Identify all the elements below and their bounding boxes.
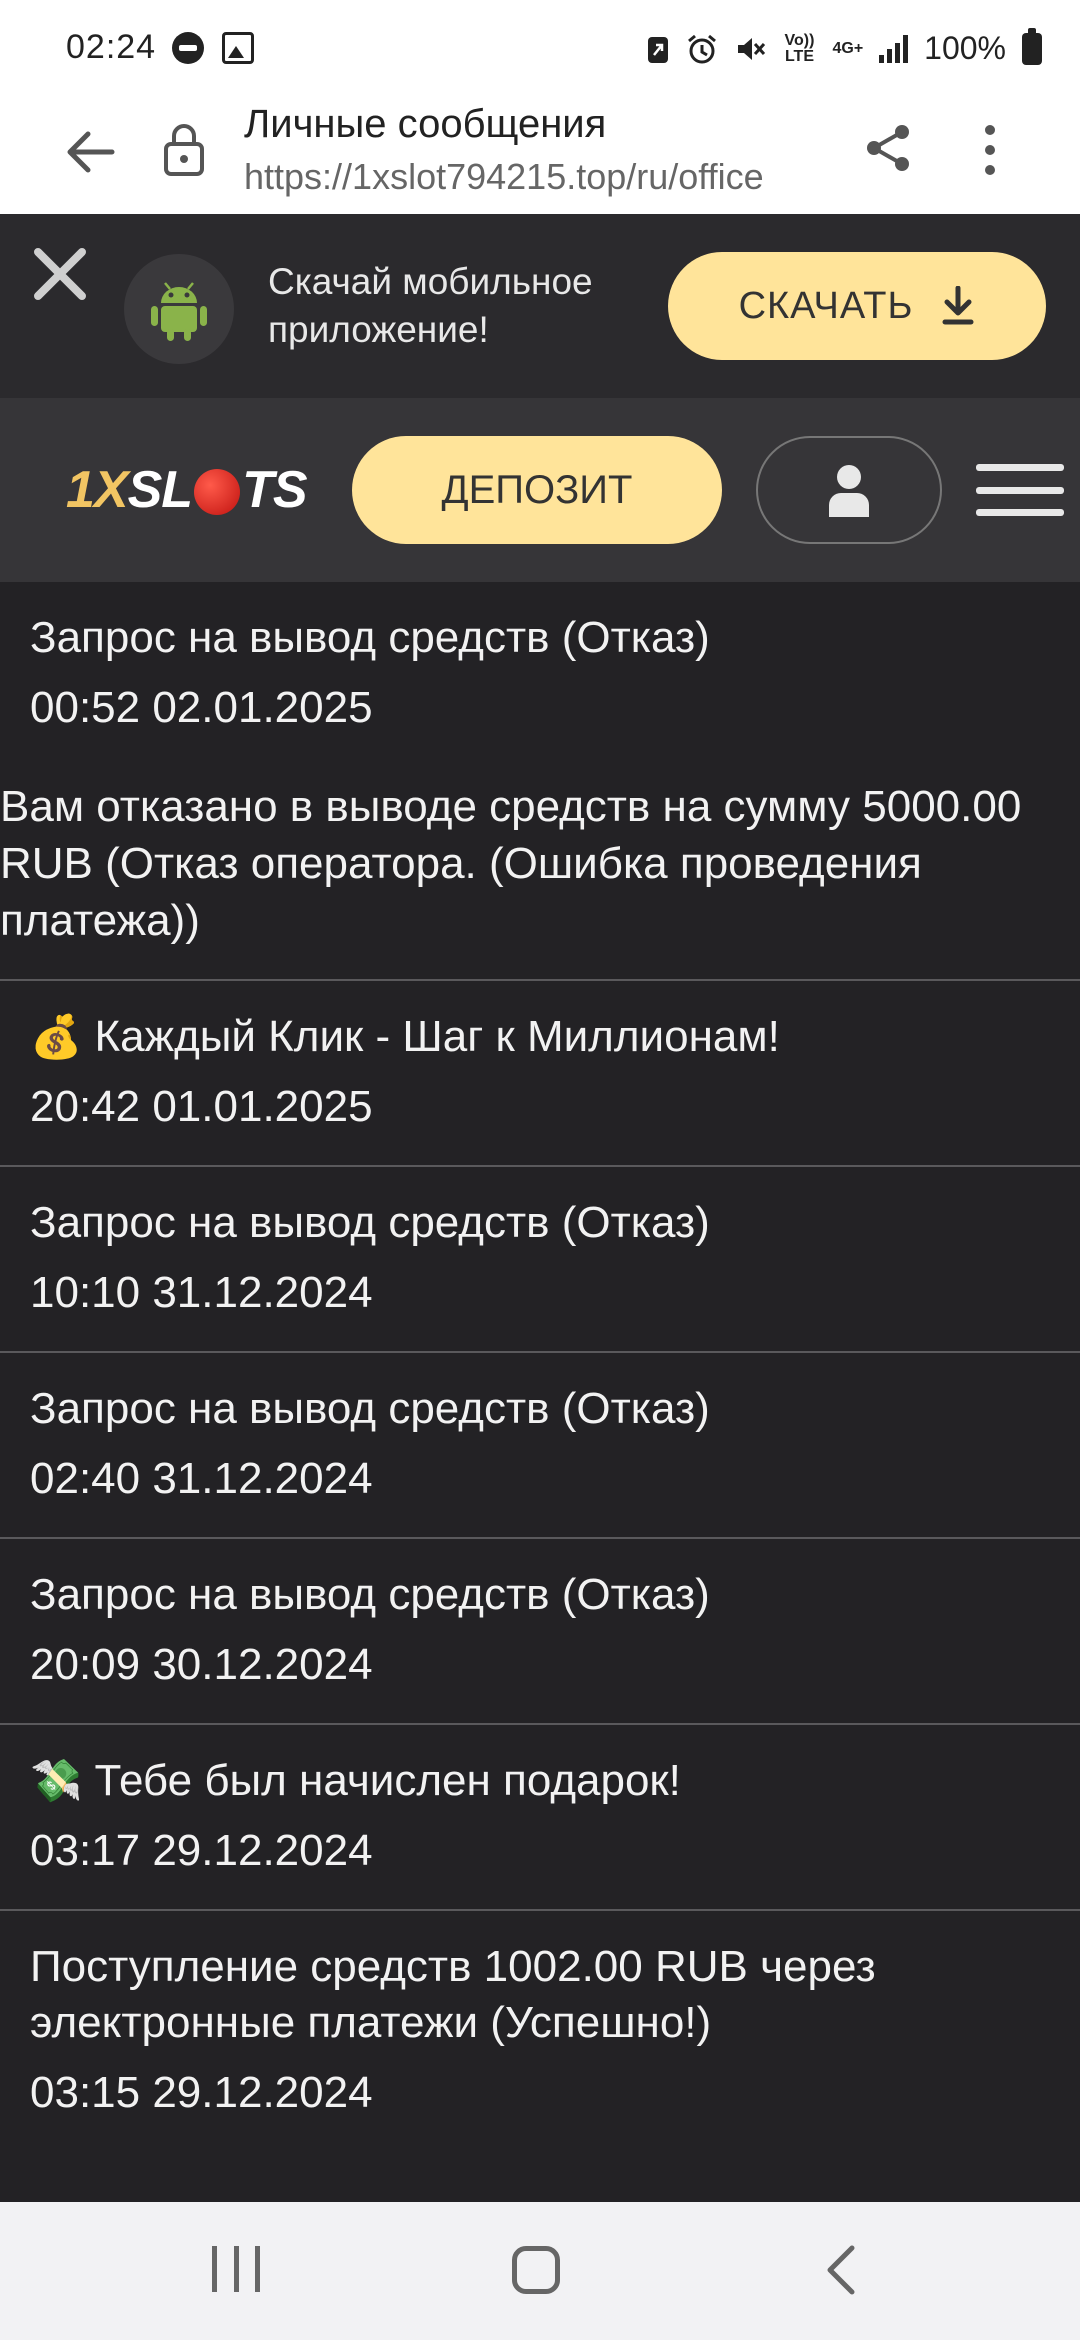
- message-title-row: 💸 Тебе был начислен подарок!: [30, 1753, 1050, 1809]
- message-item[interactable]: 💸 Тебе был начислен подарок! 03:17 29.12…: [0, 1725, 1080, 1911]
- message-date: 02:40 31.12.2024: [30, 1454, 373, 1503]
- image-icon: [222, 32, 254, 64]
- home-icon[interactable]: [512, 2246, 560, 2294]
- logo-text-sl: SL: [127, 461, 193, 519]
- message-title: Поступление средств 1002.00 RUB через эл…: [30, 1942, 876, 2047]
- messages-list: Запрос на вывод средств (Отказ) 00:52 02…: [0, 582, 1080, 2202]
- signal-icon: [879, 34, 909, 63]
- more-vert-icon[interactable]: [966, 122, 1014, 178]
- system-nav-bar: [0, 2202, 1080, 2340]
- message-date: 00:52 02.01.2025: [30, 683, 373, 732]
- profile-button[interactable]: [756, 436, 942, 544]
- app-download-banner: Скачай мобильное приложение! СКАЧАТЬ: [0, 214, 1080, 398]
- message-date: 03:15 29.12.2024: [30, 2068, 373, 2117]
- user-icon: [829, 465, 869, 517]
- back-icon[interactable]: [820, 2242, 860, 2298]
- url-field[interactable]: https://1xslot794215.top/ru/office: [244, 156, 764, 198]
- message-item[interactable]: Запрос на вывод средств (Отказ) 10:10 31…: [0, 1167, 1080, 1353]
- message-item[interactable]: Запрос на вывод средств (Отказ) 02:40 31…: [0, 1353, 1080, 1539]
- deposit-button[interactable]: ДЕПОЗИТ: [352, 436, 722, 544]
- message-title: Запрос на вывод средств (Отказ): [30, 1198, 710, 1247]
- download-button-label: СКАЧАТЬ: [738, 284, 914, 327]
- download-app-button[interactable]: СКАЧАТЬ: [668, 252, 1046, 360]
- message-title: Запрос на вывод средств (Отказ): [30, 613, 710, 662]
- network-volte-label: Vo)) LTE: [784, 31, 815, 65]
- message-item[interactable]: Запрос на вывод средств (Отказ) 00:52 02…: [0, 582, 1080, 981]
- battery-percent: 100%: [924, 30, 1006, 66]
- recent-apps-icon[interactable]: [212, 2246, 260, 2292]
- money-bag-icon: 💰: [30, 1013, 83, 1060]
- close-icon[interactable]: [30, 244, 90, 304]
- logo-text-1x: 1X: [66, 461, 129, 519]
- battery-icon: [1022, 27, 1042, 65]
- message-item[interactable]: 💰 Каждый Клик - Шаг к Миллионам! 20:42 0…: [0, 981, 1080, 1167]
- page-title: Личные сообщения: [244, 102, 607, 146]
- message-title: Каждый Клик - Шаг к Миллионам!: [94, 1012, 780, 1061]
- status-right-icons: Vo)) LTE 4G+ 100%: [646, 27, 1042, 67]
- site-logo[interactable]: 1X SL TS: [66, 460, 308, 520]
- money-wings-icon: 💸: [30, 1757, 83, 1804]
- status-left-icons: [172, 32, 254, 64]
- mute-icon: [738, 37, 766, 60]
- battery-saver-icon: [648, 36, 669, 63]
- back-arrow-icon[interactable]: [58, 120, 122, 184]
- dnd-icon: [172, 32, 204, 64]
- message-item[interactable]: Поступление средств 1002.00 RUB через эл…: [0, 1911, 1080, 2151]
- banner-text: Скачай мобильное приложение!: [268, 261, 593, 350]
- alarm-icon: [688, 34, 717, 63]
- message-title-row: 💰 Каждый Клик - Шаг к Миллионам!: [30, 1009, 1050, 1065]
- message-title: Тебе был начислен подарок!: [94, 1756, 681, 1805]
- browser-toolbar: Личные сообщения https://1xslot794215.to…: [0, 96, 1080, 214]
- share-icon[interactable]: [862, 122, 914, 174]
- site-header: 1X SL TS ДЕПОЗИТ: [0, 398, 1080, 582]
- message-date: 20:09 30.12.2024: [30, 1640, 373, 1689]
- ornament-ball-icon: [194, 469, 241, 515]
- logo-text-ts: TS: [242, 461, 307, 519]
- message-item[interactable]: Запрос на вывод средств (Отказ) 20:09 30…: [0, 1539, 1080, 1725]
- message-body: Вам отказано в выводе средств на сумму 5…: [0, 782, 1022, 945]
- message-date: 20:42 01.01.2025: [30, 1082, 373, 1131]
- status-time: 02:24: [66, 28, 157, 66]
- network-4g-label: 4G+: [832, 39, 864, 57]
- message-date: 03:17 29.12.2024: [30, 1826, 373, 1875]
- message-title: Запрос на вывод средств (Отказ): [30, 1384, 710, 1433]
- lock-icon[interactable]: [162, 122, 206, 178]
- status-bar: 02:24 Vo)) LTE 4G+ 100%: [0, 0, 1080, 96]
- message-date: 10:10 31.12.2024: [30, 1268, 373, 1317]
- android-badge: [124, 254, 234, 364]
- download-icon: [942, 286, 974, 325]
- hamburger-menu-icon[interactable]: [976, 464, 1064, 516]
- message-title: Запрос на вывод средств (Отказ): [30, 1570, 710, 1619]
- android-icon: [151, 282, 207, 341]
